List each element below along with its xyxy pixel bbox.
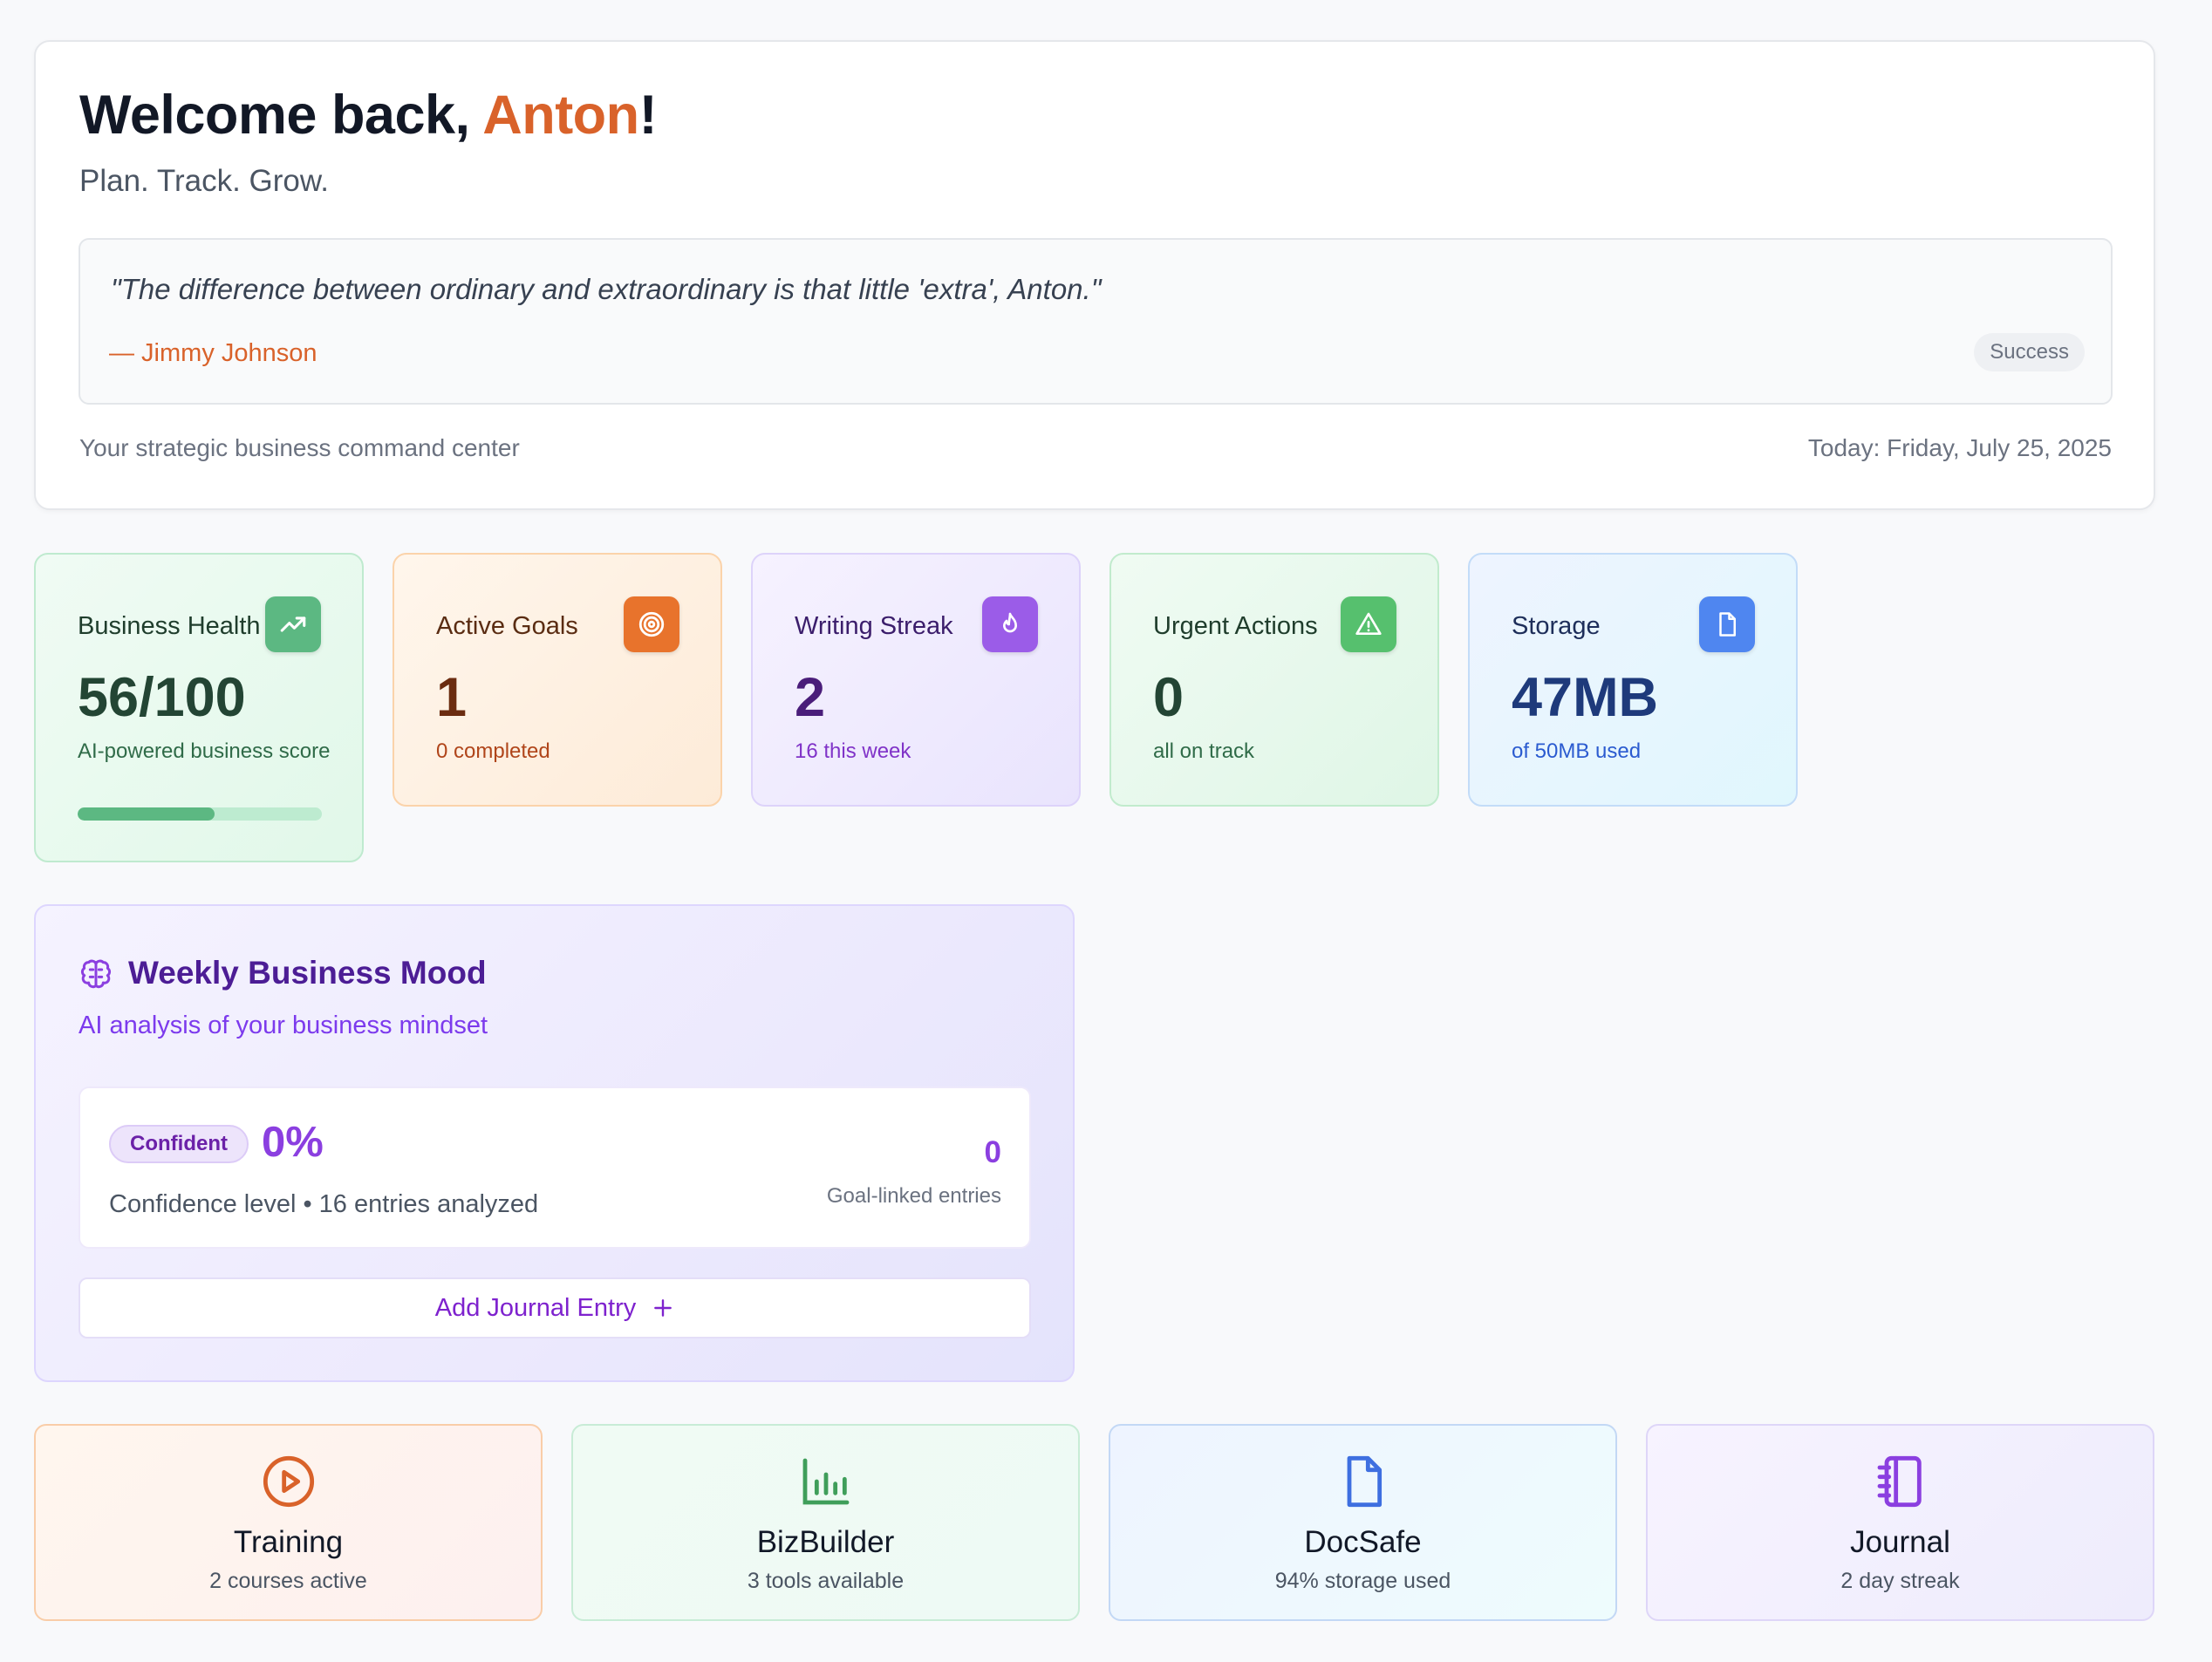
- stat-value: 2: [795, 667, 826, 728]
- plus-icon: [654, 1299, 672, 1317]
- welcome-subtitle: Plan. Track. Grow.: [79, 164, 329, 198]
- stat-card-storage[interactable]: Storage 47MB of 50MB used: [1468, 553, 1798, 807]
- app-title: Training: [233, 1525, 344, 1559]
- app-subtitle: 2 day streak: [1840, 1569, 1960, 1593]
- stat-label: Writing Streak: [795, 612, 953, 640]
- stat-card-active-goals[interactable]: Active Goals 1 0 completed: [393, 553, 722, 807]
- stat-subtext: of 50MB used: [1512, 739, 1642, 763]
- health-progress-fill: [78, 807, 215, 821]
- mood-summary-panel: Confident 0% Confidence level • 16 entri…: [79, 1086, 1031, 1249]
- welcome-card: Welcome back, Anton! Plan. Track. Grow. …: [34, 40, 2155, 510]
- stat-label: Business Health: [78, 612, 261, 640]
- stat-subtext: 16 this week: [795, 739, 911, 763]
- quote-author: — Jimmy Johnson: [109, 339, 317, 367]
- goal-linked-count: 0: [984, 1135, 1001, 1169]
- today-date: Today: Friday, July 25, 2025: [1807, 434, 2112, 461]
- stat-card-business-health[interactable]: Business Health 56/100 AI-powered busine…: [34, 553, 364, 862]
- confidence-percent: 0%: [262, 1119, 324, 1166]
- stat-card-writing-streak[interactable]: Writing Streak 2 16 this week: [751, 553, 1081, 807]
- bar-chart-icon: [802, 1458, 849, 1505]
- welcome-tagline: Your strategic business command center: [79, 434, 520, 461]
- app-subtitle: 94% storage used: [1274, 1569, 1451, 1593]
- flame-icon: [982, 596, 1038, 652]
- notebook-icon: [1877, 1455, 1922, 1508]
- app-title: BizBuilder: [756, 1525, 895, 1559]
- add-journal-entry-label: Add Journal Entry: [434, 1293, 637, 1322]
- quote-text: "The difference between ordinary and ext…: [111, 273, 1102, 305]
- goal-linked-label: Goal-linked entries: [826, 1184, 1001, 1208]
- stat-value: 1: [436, 667, 468, 728]
- stat-card-urgent-actions[interactable]: Urgent Actions 0 all on track: [1109, 553, 1439, 807]
- stat-subtext: all on track: [1153, 739, 1255, 763]
- trending-up-icon: [265, 596, 321, 652]
- quote-category-tag: Success: [1974, 333, 2085, 371]
- stat-label: Urgent Actions: [1153, 612, 1318, 640]
- mood-subtitle: AI analysis of your business mindset: [79, 1012, 488, 1039]
- welcome-greeting: Welcome back,: [79, 85, 483, 146]
- play-circle-icon: [263, 1455, 314, 1508]
- stat-label: Storage: [1512, 612, 1601, 640]
- welcome-title: Welcome back, Anton!: [79, 84, 658, 146]
- user-name: Anton: [482, 85, 639, 146]
- stat-value: 47MB: [1512, 667, 1659, 728]
- brain-icon: [80, 959, 112, 989]
- file-icon: [1699, 596, 1755, 652]
- mood-badge: Confident: [109, 1125, 249, 1163]
- app-subtitle: 2 courses active: [209, 1569, 367, 1593]
- app-title: DocSafe: [1304, 1525, 1422, 1559]
- stat-value: 0: [1153, 667, 1185, 728]
- stat-subtext: AI-powered business score: [78, 739, 331, 763]
- stat-value: 56/100: [78, 667, 246, 728]
- app-card-bizbuilder[interactable]: BizBuilder 3 tools available: [571, 1424, 1080, 1621]
- app-subtitle: 3 tools available: [747, 1569, 905, 1593]
- app-title: Journal: [1850, 1525, 1950, 1559]
- app-card-journal[interactable]: Journal 2 day streak: [1646, 1424, 2154, 1621]
- alert-triangle-icon: [1341, 596, 1396, 652]
- document-icon: [1347, 1455, 1382, 1508]
- quote-box: "The difference between ordinary and ext…: [79, 238, 2113, 405]
- stat-subtext: 0 completed: [436, 739, 550, 763]
- health-progress-bar: [78, 807, 322, 821]
- welcome-exclamation: !: [638, 85, 658, 146]
- add-journal-entry-button[interactable]: Add Journal Entry: [79, 1277, 1031, 1338]
- app-card-docsafe[interactable]: DocSafe 94% storage used: [1109, 1424, 1617, 1621]
- mood-title: Weekly Business Mood: [128, 955, 487, 991]
- stat-label: Active Goals: [436, 612, 578, 640]
- weekly-mood-card: Weekly Business Mood AI analysis of your…: [34, 904, 1075, 1382]
- target-icon: [624, 596, 679, 652]
- app-card-training[interactable]: Training 2 courses active: [34, 1424, 543, 1621]
- confidence-description: Confidence level • 16 entries analyzed: [109, 1190, 539, 1218]
